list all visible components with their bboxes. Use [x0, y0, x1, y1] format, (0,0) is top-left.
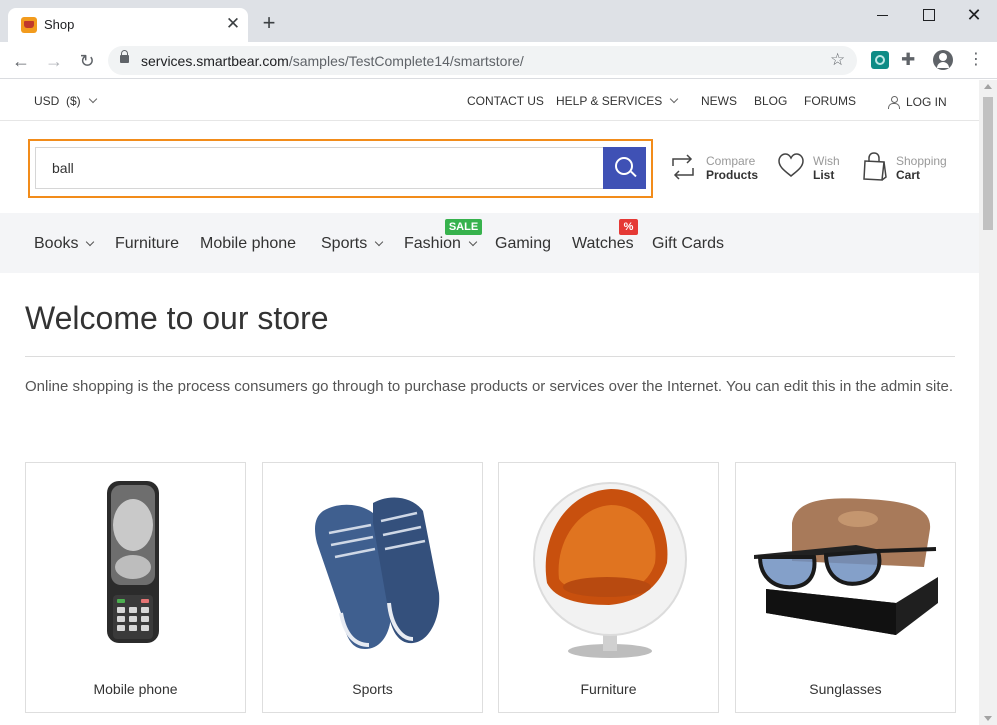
chevron-down-icon [670, 94, 679, 104]
profile-avatar-icon[interactable] [933, 50, 953, 70]
reload-icon[interactable]: ↻ [76, 50, 98, 72]
category-mobile-phone[interactable]: Mobile phone [200, 235, 296, 253]
divider [25, 356, 955, 357]
extension-icon[interactable] [871, 51, 889, 69]
product-card-sports[interactable]: Sports [262, 462, 483, 713]
back-arrow-icon[interactable]: ← [10, 50, 32, 72]
category-furniture[interactable]: Furniture [115, 235, 179, 253]
product-card-mobile-phone[interactable]: Mobile phone [25, 462, 246, 713]
search-box[interactable] [35, 147, 603, 189]
heart-icon [778, 153, 804, 177]
minimize-window-button[interactable] [869, 4, 897, 26]
scroll-down-arrow-icon[interactable] [984, 716, 992, 721]
compare-arrows-icon [672, 154, 694, 180]
close-window-button[interactable]: ✕ [960, 4, 988, 26]
shop-favicon-icon [21, 17, 37, 33]
chevron-down-icon [88, 94, 97, 104]
compare-label: Compare [706, 154, 756, 168]
forward-arrow-icon[interactable]: → [43, 50, 65, 72]
bookmark-star-icon[interactable]: ☆ [830, 50, 845, 70]
vertical-scrollbar[interactable] [979, 80, 997, 725]
page-title: Welcome to our store [25, 300, 329, 336]
list-label: List [813, 168, 835, 182]
category-watches[interactable]: Watches [572, 235, 634, 253]
scroll-up-arrow-icon[interactable] [984, 84, 992, 89]
user-icon [888, 96, 900, 109]
contact-us-link[interactable]: CONTACT US [467, 94, 544, 108]
category-gift-cards[interactable]: Gift Cards [652, 235, 724, 253]
products-label: Products [706, 168, 759, 182]
help-services-menu[interactable]: HELP & SERVICES [556, 94, 679, 108]
top-utility-bar: USD ($) CONTACT US HELP & SERVICES NEWS … [0, 80, 979, 121]
forums-link[interactable]: FORUMS [804, 94, 856, 108]
page-viewport: USD ($) CONTACT US HELP & SERVICES NEWS … [0, 80, 979, 725]
wish-label: Wish [813, 154, 840, 168]
browser-tab[interactable]: Shop ✕ [8, 8, 248, 42]
sneakers-image [315, 497, 440, 649]
browser-toolbar: ← → ↻ services.smartbear.com/samples/Tes… [0, 42, 997, 79]
category-books[interactable]: Books [34, 235, 95, 253]
product-name[interactable]: Mobile phone [26, 681, 245, 697]
ball-chair-image [533, 482, 687, 658]
shopping-cart-button[interactable]: Shopping Cart [862, 152, 952, 184]
lock-icon[interactable] [120, 50, 129, 63]
category-gaming[interactable]: Gaming [495, 235, 551, 253]
maximize-window-button[interactable] [914, 4, 942, 26]
product-card-furniture[interactable]: Furniture [498, 462, 719, 713]
kebab-menu-icon[interactable]: ⋮ [968, 50, 984, 70]
tab-title: Shop [44, 17, 75, 32]
product-name[interactable]: Sunglasses [736, 681, 955, 697]
scrollbar-thumb[interactable] [983, 97, 993, 230]
wish-list-button[interactable]: Wish List [777, 152, 847, 184]
browser-tabstrip: Shop ✕ + ✕ [0, 0, 997, 42]
blog-link[interactable]: BLOG [754, 94, 787, 108]
currency-selector[interactable]: USD ($) [34, 94, 97, 108]
product-name[interactable]: Sports [263, 681, 482, 697]
category-sports[interactable]: Sports [321, 235, 384, 253]
chevron-down-icon [375, 237, 384, 247]
product-card-sunglasses[interactable]: Sunglasses [735, 462, 956, 713]
category-navigation: Books Furniture Mobile phone Sports Fash… [0, 213, 979, 273]
url-text[interactable]: services.smartbear.com/samples/TestCompl… [141, 53, 524, 69]
cart-label: Cart [896, 168, 921, 182]
intro-text: Online shopping is the process consumers… [25, 378, 954, 395]
mobile-phone-image [107, 481, 159, 643]
extensions-puzzle-icon[interactable]: ✚ [901, 50, 915, 70]
sunglasses-image [754, 498, 938, 635]
chevron-down-icon [468, 237, 478, 247]
search-input[interactable] [52, 160, 572, 176]
product-name[interactable]: Furniture [499, 681, 718, 697]
shopping-label: Shopping [896, 154, 947, 168]
search-button[interactable] [603, 147, 646, 189]
close-tab-icon[interactable]: ✕ [224, 14, 242, 34]
login-link[interactable]: LOG IN [888, 94, 947, 109]
discount-badge: % [619, 219, 638, 235]
category-fashion[interactable]: Fashion [404, 235, 478, 253]
chevron-down-icon [86, 237, 95, 247]
sale-badge: SALE [445, 219, 482, 235]
news-link[interactable]: NEWS [701, 94, 737, 108]
new-tab-button[interactable]: + [258, 12, 280, 34]
address-bar[interactable]: services.smartbear.com/samples/TestCompl… [108, 46, 857, 75]
shopping-bag-icon [863, 152, 887, 181]
compare-products-button[interactable]: Compare Products [670, 152, 760, 184]
